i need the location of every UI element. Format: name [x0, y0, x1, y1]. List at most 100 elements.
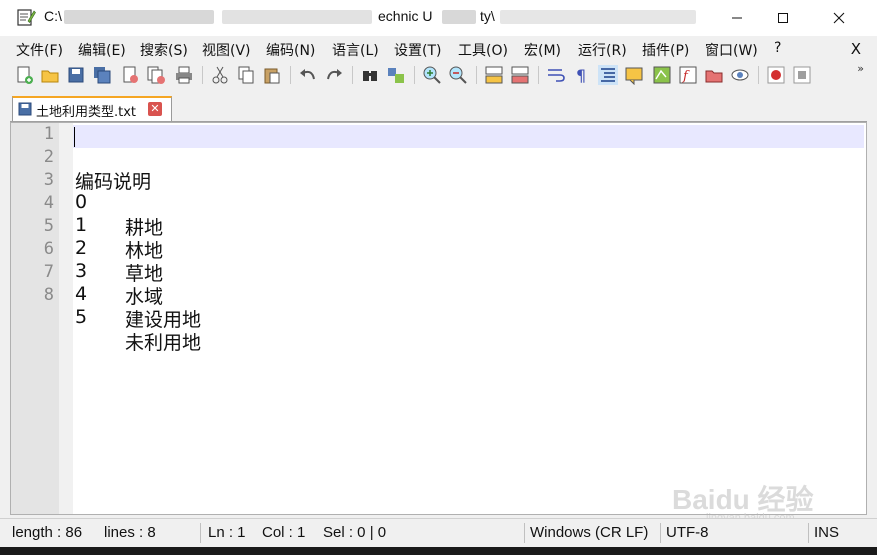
- maximize-icon: [778, 13, 788, 23]
- zoom-out-icon[interactable]: [448, 65, 468, 85]
- menu-edit[interactable]: 编辑(E): [78, 40, 126, 60]
- user-language-icon[interactable]: [624, 65, 644, 85]
- zoom-in-icon[interactable]: [422, 65, 442, 85]
- title-redacted-block: [64, 10, 214, 24]
- close-file-icon[interactable]: [120, 65, 140, 85]
- record-macro-icon[interactable]: [766, 65, 786, 85]
- notepad-app-icon: [17, 9, 36, 26]
- document-tab-bar: 土地利用类型.txt ✕: [10, 95, 867, 122]
- undo-icon[interactable]: [298, 65, 318, 85]
- status-insert-mode[interactable]: INS: [814, 519, 839, 547]
- menu-plugins[interactable]: 插件(P): [642, 40, 689, 60]
- close-button[interactable]: [816, 0, 862, 36]
- code-text: 未利用地: [125, 332, 202, 354]
- new-file-icon[interactable]: [14, 65, 34, 85]
- status-separator: [660, 523, 661, 543]
- doc-map-icon[interactable]: [652, 65, 672, 85]
- line-number: 8: [43, 285, 54, 305]
- status-line: Ln : 1: [208, 524, 246, 541]
- status-separator: [200, 523, 201, 543]
- title-redacted-block: [222, 10, 372, 24]
- minimize-icon: [732, 17, 742, 19]
- menu-help[interactable]: ?: [774, 40, 781, 56]
- save-all-icon[interactable]: [92, 65, 112, 85]
- monitoring-icon[interactable]: [730, 65, 750, 85]
- copy-icon[interactable]: [236, 65, 256, 85]
- word-wrap-icon[interactable]: [546, 65, 566, 85]
- code-value: 5: [75, 306, 88, 328]
- menu-file[interactable]: 文件(F): [16, 40, 63, 60]
- title-redacted-block: [500, 10, 696, 24]
- window-title-start: C:\: [44, 8, 62, 24]
- saved-file-icon: [18, 102, 32, 116]
- status-eol-format[interactable]: Windows (CR LF): [530, 519, 648, 547]
- menu-search[interactable]: 搜索(S): [140, 40, 188, 60]
- tab-close-icon[interactable]: ✕: [148, 102, 162, 116]
- paste-icon[interactable]: [262, 65, 282, 85]
- menu-macro[interactable]: 宏(M): [524, 40, 561, 60]
- status-selection: Sel : 0 | 0: [323, 524, 387, 541]
- stop-macro-icon[interactable]: [792, 65, 812, 85]
- maximize-button[interactable]: [760, 0, 806, 36]
- status-lines: lines : 8: [104, 524, 156, 541]
- status-bar: length : 86 lines : 8 Ln : 1 Col : 1 Sel…: [0, 518, 877, 547]
- code-line: 5 未利用地: [75, 284, 201, 372]
- tab-document[interactable]: 土地利用类型.txt ✕: [12, 96, 172, 121]
- menu-run[interactable]: 运行(R): [578, 40, 627, 60]
- sync-vertical-icon[interactable]: [484, 65, 504, 85]
- print-icon[interactable]: [174, 65, 194, 85]
- current-line-highlight: [73, 125, 864, 148]
- status-separator: [524, 523, 525, 543]
- folder-workspace-icon[interactable]: [704, 65, 724, 85]
- line-number: 6: [43, 239, 54, 259]
- title-redacted-block: [442, 10, 476, 24]
- status-length: length : 86: [12, 524, 83, 541]
- redo-icon[interactable]: [324, 65, 344, 85]
- toolbar-separator: [352, 66, 353, 84]
- toolbar-overflow-icon[interactable]: »: [857, 62, 864, 75]
- replace-icon[interactable]: [386, 65, 406, 85]
- line-number: 3: [43, 170, 54, 190]
- notepadpp-window: C:\ echnic U ty\ 文件(F) 编辑(E) 搜索(S) 视图(V)…: [0, 0, 877, 555]
- menu-view[interactable]: 视图(V): [202, 40, 251, 60]
- toolbar-separator: [476, 66, 477, 84]
- line-number: 5: [43, 216, 54, 236]
- cut-icon[interactable]: [210, 65, 230, 85]
- toolbar-separator: [538, 66, 539, 84]
- line-number: 2: [43, 147, 54, 167]
- toolbar-separator: [290, 66, 291, 84]
- toolbar: ¶ f »: [10, 62, 870, 88]
- tab-label: 土地利用类型.txt: [36, 105, 137, 120]
- indent-guide-icon[interactable]: [598, 65, 618, 85]
- open-file-icon[interactable]: [40, 65, 60, 85]
- menu-window[interactable]: 窗口(W): [705, 40, 758, 60]
- toolbar-separator: [758, 66, 759, 84]
- show-all-chars-icon[interactable]: ¶: [572, 65, 592, 85]
- function-list-icon[interactable]: f: [678, 65, 698, 85]
- window-title-mid: echnic U: [378, 8, 433, 24]
- close-icon: [833, 12, 845, 24]
- desktop-edge: [0, 547, 877, 555]
- title-bar: C:\ echnic U ty\: [0, 0, 877, 36]
- window-title-end: ty\: [480, 8, 495, 24]
- sync-horizontal-icon[interactable]: [510, 65, 530, 85]
- menu-close-document[interactable]: X: [851, 40, 861, 58]
- menu-settings[interactable]: 设置(T): [394, 40, 441, 60]
- save-icon[interactable]: [66, 65, 86, 85]
- minimize-button[interactable]: [714, 0, 760, 36]
- menu-encoding[interactable]: 编码(N): [266, 40, 315, 60]
- menu-bar: 文件(F) 编辑(E) 搜索(S) 视图(V) 编码(N) 语言(L) 设置(T…: [0, 38, 877, 60]
- close-all-icon[interactable]: [146, 65, 166, 85]
- menu-tools[interactable]: 工具(O): [458, 40, 508, 60]
- line-number: 7: [43, 262, 54, 282]
- line-number: 1: [43, 124, 54, 144]
- status-separator: [808, 523, 809, 543]
- svg-text:¶: ¶: [576, 66, 586, 85]
- status-encoding[interactable]: UTF-8: [666, 519, 709, 547]
- menu-language[interactable]: 语言(L): [332, 40, 379, 60]
- toolbar-separator: [202, 66, 203, 84]
- editor-pane[interactable]: 1 2 3 4 5 6 7 8 编码说明 0 耕地 1 林地 2 草地 3 水域…: [10, 122, 867, 515]
- line-number: 4: [43, 193, 54, 213]
- fold-margin[interactable]: [59, 123, 73, 514]
- find-icon[interactable]: [360, 65, 380, 85]
